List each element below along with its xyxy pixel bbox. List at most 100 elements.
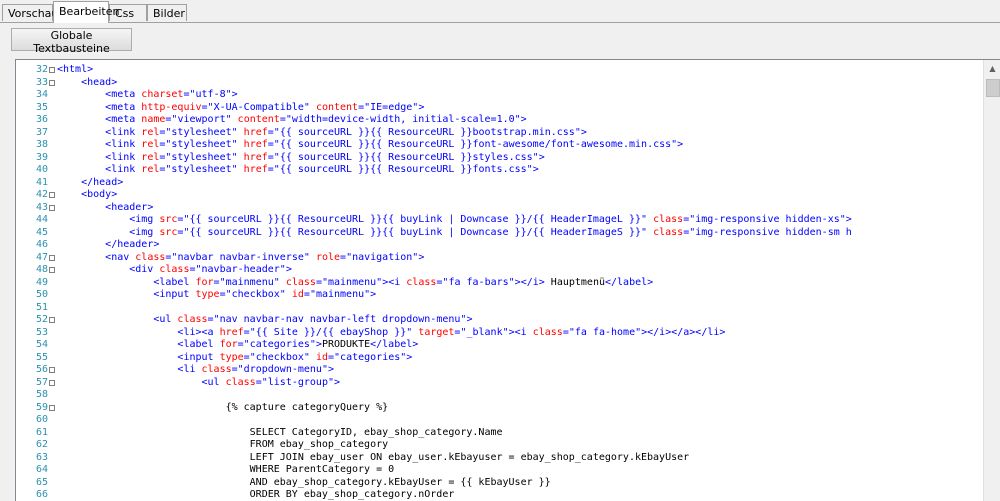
code-token: type bbox=[219, 351, 244, 363]
code-token: "stylesheet" bbox=[165, 139, 238, 150]
code-line: 38 <link rel="stylesheet" href="{{ sourc… bbox=[16, 139, 984, 152]
line-number: 63 bbox=[35, 451, 48, 463]
code-line: 54 <label for="categories">PRODUKTE</lab… bbox=[16, 339, 984, 352]
code-token: <div bbox=[129, 264, 160, 275]
line-number: 53 bbox=[35, 326, 48, 338]
toolbar: Globale Textbausteine bbox=[0, 23, 1000, 55]
fold-marker-icon[interactable] bbox=[49, 367, 55, 373]
code-line: 34 <meta charset="utf-8"> bbox=[16, 89, 984, 102]
fold-marker-icon[interactable] bbox=[49, 267, 55, 273]
code-line: 46 </header> bbox=[16, 239, 984, 252]
code-token: <label bbox=[177, 339, 220, 350]
code-token: "width=device-width, initial-scale=1.0" bbox=[285, 114, 521, 125]
code-token: > bbox=[580, 126, 587, 138]
scrollbar-thumb[interactable] bbox=[986, 79, 1000, 97]
code-token: > bbox=[538, 151, 545, 163]
code-token: src bbox=[159, 226, 178, 238]
code-token: <link bbox=[105, 151, 142, 163]
line-code: <div class="navbar-header"> bbox=[57, 264, 292, 277]
line-code: <img src="{{ sourceURL }}{{ ResourceURL … bbox=[57, 214, 852, 227]
global-text-blocks-button[interactable]: Globale Textbausteine bbox=[11, 28, 132, 55]
code-token: {% capture categoryQuery %} bbox=[57, 401, 389, 413]
code-token: <input bbox=[153, 289, 196, 300]
line-code: <input type="checkbox" id="mainmenu"> bbox=[57, 289, 376, 302]
code-token: "mainmenu" bbox=[309, 289, 371, 300]
code-token: rel bbox=[141, 126, 160, 138]
code-token: AND ebay_shop_category.kEbayUser = {{ kE… bbox=[57, 476, 551, 488]
line-code: <link rel="stylesheet" href="{{ sourceUR… bbox=[57, 139, 683, 152]
code-token: id bbox=[315, 351, 328, 363]
line-number: 66 bbox=[35, 489, 48, 500]
code-token: "checkbox" bbox=[249, 351, 310, 363]
code-token: <meta bbox=[105, 114, 142, 125]
code-line: 33 <head> bbox=[16, 77, 984, 90]
code-token: href bbox=[243, 151, 268, 163]
line-code: <nav class="navbar navbar-inverse" role=… bbox=[57, 252, 424, 265]
fold-marker-icon[interactable] bbox=[49, 204, 55, 211]
fold-marker-icon[interactable] bbox=[49, 254, 55, 261]
fold-marker-icon[interactable] bbox=[49, 379, 55, 386]
line-number: 39 bbox=[35, 151, 48, 163]
up-arrow-icon[interactable]: ▲ bbox=[984, 60, 1000, 77]
line-code: <label for="mainmenu" class="mainmenu"><… bbox=[57, 277, 653, 290]
vertical-scrollbar[interactable]: ▲ bbox=[983, 60, 1000, 501]
fold-marker-icon[interactable] bbox=[49, 404, 55, 411]
code-token: "categories" bbox=[243, 339, 316, 350]
code-token: FROM ebay_shop_category bbox=[57, 439, 389, 450]
fold-marker-icon[interactable] bbox=[49, 79, 55, 86]
line-code: <ul class="list-group"> bbox=[57, 376, 341, 390]
tab-vorschau[interactable]: Vorschau bbox=[2, 4, 58, 21]
line-code: AND ebay_shop_category.kEbayUser = {{ kE… bbox=[57, 477, 551, 490]
fold-marker-icon[interactable] bbox=[49, 67, 55, 73]
code-token: <input bbox=[177, 351, 220, 363]
code-token: </header> bbox=[105, 239, 160, 250]
code-token: > bbox=[406, 351, 413, 363]
line-number: 59 bbox=[35, 401, 48, 413]
line-code: <html> bbox=[57, 64, 93, 77]
fold-marker-icon[interactable] bbox=[49, 317, 55, 323]
code-token: "{{ sourceURL }}{{ ResourceURL }}bootstr… bbox=[273, 126, 581, 138]
fold-marker-icon[interactable] bbox=[49, 192, 55, 198]
code-token: "{{ Site }}/{{ ebayShop }}" bbox=[249, 326, 413, 338]
code-token: "dropdown-menu" bbox=[237, 364, 328, 375]
code-line: 52 <ul class="nav navbar-nav navbar-left… bbox=[16, 314, 984, 327]
code-token: class bbox=[135, 251, 166, 263]
line-number: 61 bbox=[35, 426, 48, 438]
code-token: <ul bbox=[201, 376, 226, 388]
code-token: class bbox=[532, 326, 563, 338]
code-line: 49 <label for="mainmenu" class="mainmenu… bbox=[16, 277, 984, 290]
line-number: 43 bbox=[35, 201, 48, 213]
line-number: 64 bbox=[35, 464, 48, 475]
code-editor[interactable]: 32 <html> 33 <head> 34 <meta charset="utf-8… bbox=[15, 59, 1000, 501]
line-number: 38 bbox=[35, 139, 48, 150]
code-token: "stylesheet" bbox=[165, 164, 238, 175]
code-token: charset bbox=[141, 89, 184, 100]
code-line: 50 <input type="checkbox" id="mainmenu"> bbox=[16, 289, 984, 302]
code-line: 62 FROM ebay_shop_category bbox=[16, 439, 984, 452]
code-line: 53 <li><a href="{{ Site }}/{{ ebayShop }… bbox=[16, 327, 984, 340]
tab-bearbeiten[interactable]: Bearbeiten bbox=[53, 1, 119, 23]
code-token: </head> bbox=[81, 176, 124, 188]
code-line: 55 <input type="checkbox" id="categories… bbox=[16, 352, 984, 365]
code-token: class bbox=[159, 264, 190, 275]
code-token: rel bbox=[141, 164, 160, 175]
code-token: <header> bbox=[105, 201, 154, 213]
line-code: <link rel="stylesheet" href="{{ sourceUR… bbox=[57, 164, 539, 177]
line-code: <head> bbox=[57, 77, 117, 90]
code-token: http-equiv bbox=[141, 101, 202, 113]
code-line: 60 bbox=[16, 414, 984, 427]
code-line: 36 <meta name="viewport" content="width=… bbox=[16, 114, 984, 127]
tab-bilder[interactable]: Bilder bbox=[147, 4, 187, 21]
line-code: <meta charset="utf-8"> bbox=[57, 89, 238, 102]
